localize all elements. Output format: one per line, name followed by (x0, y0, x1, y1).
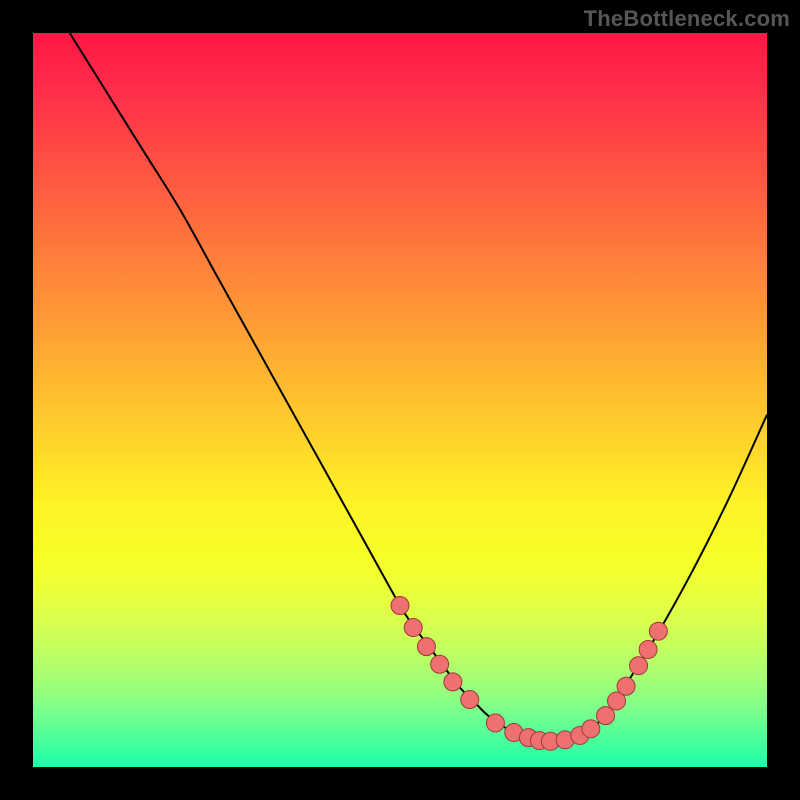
curve-marker (404, 619, 422, 637)
curve-marker (444, 673, 462, 691)
chart-svg (0, 0, 800, 800)
markers-group (391, 597, 667, 751)
curve-marker (486, 714, 504, 732)
curve-marker (630, 657, 648, 675)
curve-marker (391, 597, 409, 615)
curve-marker (639, 641, 657, 659)
curve-marker (582, 720, 600, 738)
curve-marker (417, 638, 435, 656)
curve-marker (617, 677, 635, 695)
curve-marker (597, 707, 615, 725)
curve-marker (461, 690, 479, 708)
curve-marker (431, 655, 449, 673)
curve-marker (649, 622, 667, 640)
